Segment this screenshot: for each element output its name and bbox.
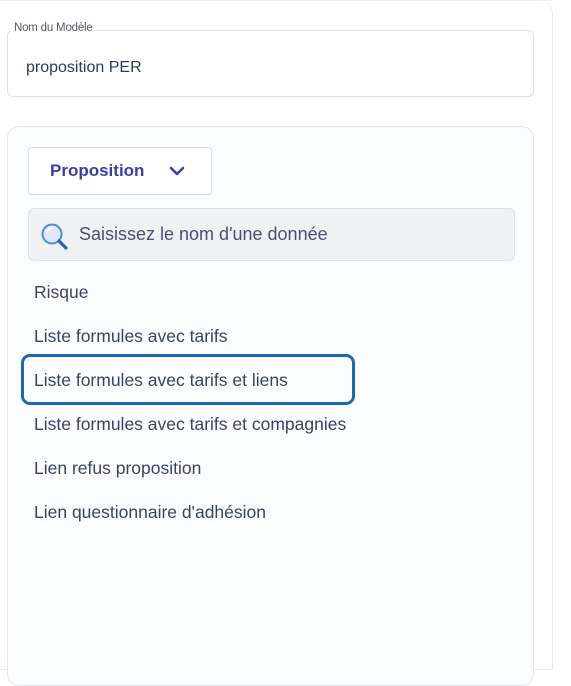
list-item-risque[interactable]: Risque: [34, 282, 88, 303]
search-input[interactable]: [79, 209, 499, 260]
list-item-formules-tarifs-compagnies[interactable]: Liste formules avec tarifs et compagnies: [34, 414, 346, 435]
model-name-value[interactable]: proposition PER: [26, 59, 142, 77]
list-item-formules-tarifs-liens[interactable]: Liste formules avec tarifs et liens: [34, 370, 288, 391]
category-dropdown-label: Proposition: [50, 161, 145, 180]
model-name-label: Nom du Modèle: [11, 22, 96, 34]
list-item-lien-refus[interactable]: Lien refus proposition: [34, 458, 201, 479]
chevron-down-icon: [169, 166, 185, 176]
category-dropdown[interactable]: Proposition: [28, 147, 212, 195]
search-box[interactable]: [28, 208, 515, 261]
search-icon: [41, 223, 68, 250]
model-name-field[interactable]: Nom du Modèle proposition PER: [7, 22, 534, 97]
list-item-lien-questionnaire[interactable]: Lien questionnaire d'adhésion: [34, 502, 266, 523]
list-item-formules-tarifs[interactable]: Liste formules avec tarifs: [34, 326, 228, 347]
